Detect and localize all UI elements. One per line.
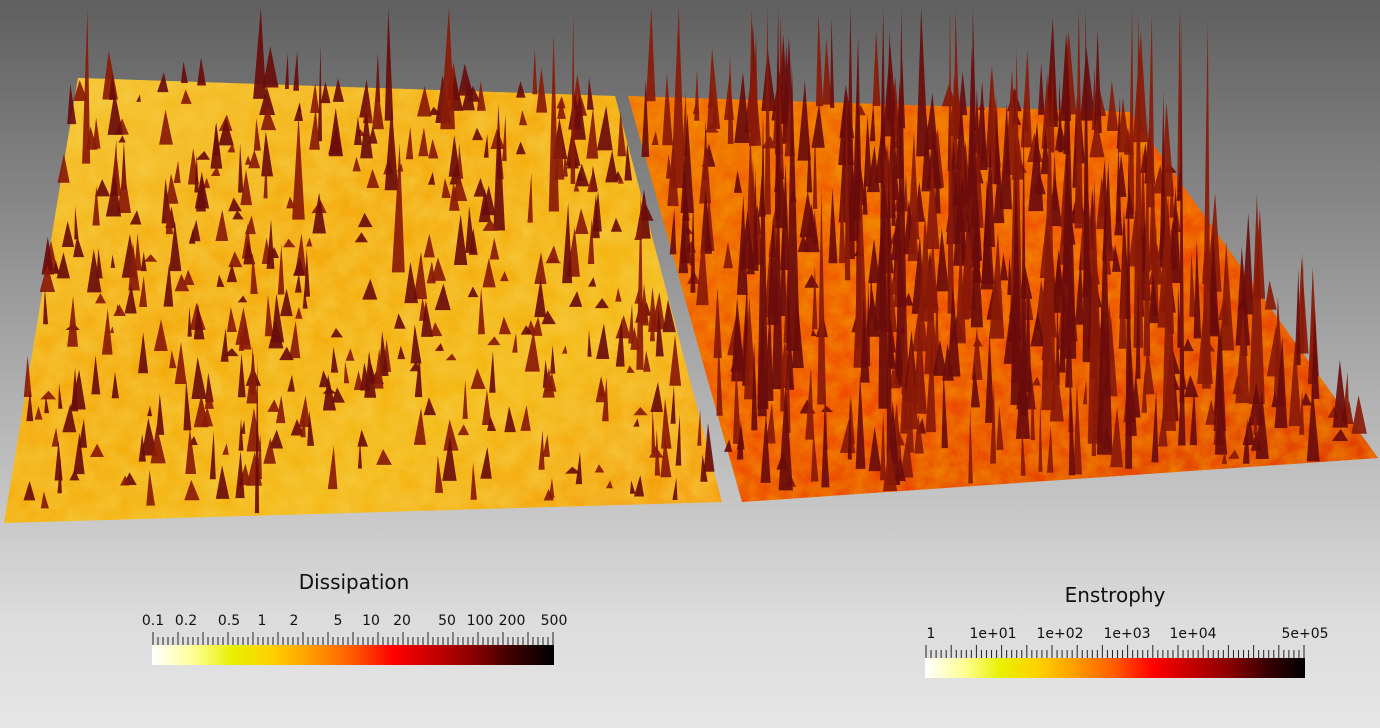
tick-label: 1e+02 (1036, 626, 1084, 642)
tick-label: 200 (498, 613, 526, 629)
surface-peak (532, 49, 538, 95)
surface-peak (516, 80, 526, 98)
dissipation-surface (4, 8, 722, 523)
surface-peak (645, 8, 656, 102)
surface-peak (1351, 395, 1367, 434)
enstrophy-legend-title: Enstrophy (1064, 583, 1166, 607)
surface-peak (1264, 280, 1277, 310)
surface-peak (1132, 32, 1148, 143)
surface-peak (1202, 18, 1211, 389)
tick-label: 1e+03 (1103, 626, 1151, 642)
surface-peak (181, 61, 188, 84)
tick-label: 50 (438, 613, 456, 629)
tick-label: 5e+05 (1281, 626, 1329, 642)
surface-peak (815, 13, 824, 107)
tick-label: 10 (362, 613, 380, 629)
dissipation-legend-title: Dissipation (298, 570, 410, 594)
tick-label: 0.5 (217, 613, 241, 629)
surface-peak (706, 48, 721, 130)
tick-label: 20 (393, 613, 411, 629)
tick-label: 5 (333, 613, 343, 629)
surface-peak (1020, 50, 1032, 148)
surface-peak (384, 8, 394, 121)
surface-peak (1106, 80, 1119, 131)
surface-peak (872, 29, 881, 107)
dissipation-colorbar (152, 645, 554, 665)
tick-label: 500 (540, 613, 568, 629)
surface-peak (586, 77, 594, 110)
tick-label: 2 (289, 613, 299, 629)
surface-peak (253, 8, 267, 99)
enstrophy-surface (628, 8, 1378, 502)
surface-peak (830, 17, 835, 108)
tick-label: 100 (466, 613, 494, 629)
surface-peak (197, 57, 207, 86)
surface-peak (536, 67, 548, 113)
tick-label: 0.1 (141, 613, 165, 629)
surface-peak (822, 38, 832, 105)
surface-peak (284, 52, 289, 89)
surface-peak (1094, 29, 1102, 133)
surface-peak (1007, 87, 1022, 112)
tick-label: 1e+04 (1169, 626, 1217, 642)
surface-peak (293, 50, 300, 91)
3d-surface-viewport[interactable] (0, 0, 1380, 728)
surface-peak (694, 69, 700, 121)
tick-label: 1 (926, 626, 936, 642)
tick-label: 0.2 (174, 613, 198, 629)
enstrophy-colorbar (925, 658, 1305, 678)
tick-label: 1 (257, 613, 267, 629)
tick-label: 1e+01 (969, 626, 1017, 642)
surface-peak (1037, 63, 1045, 115)
